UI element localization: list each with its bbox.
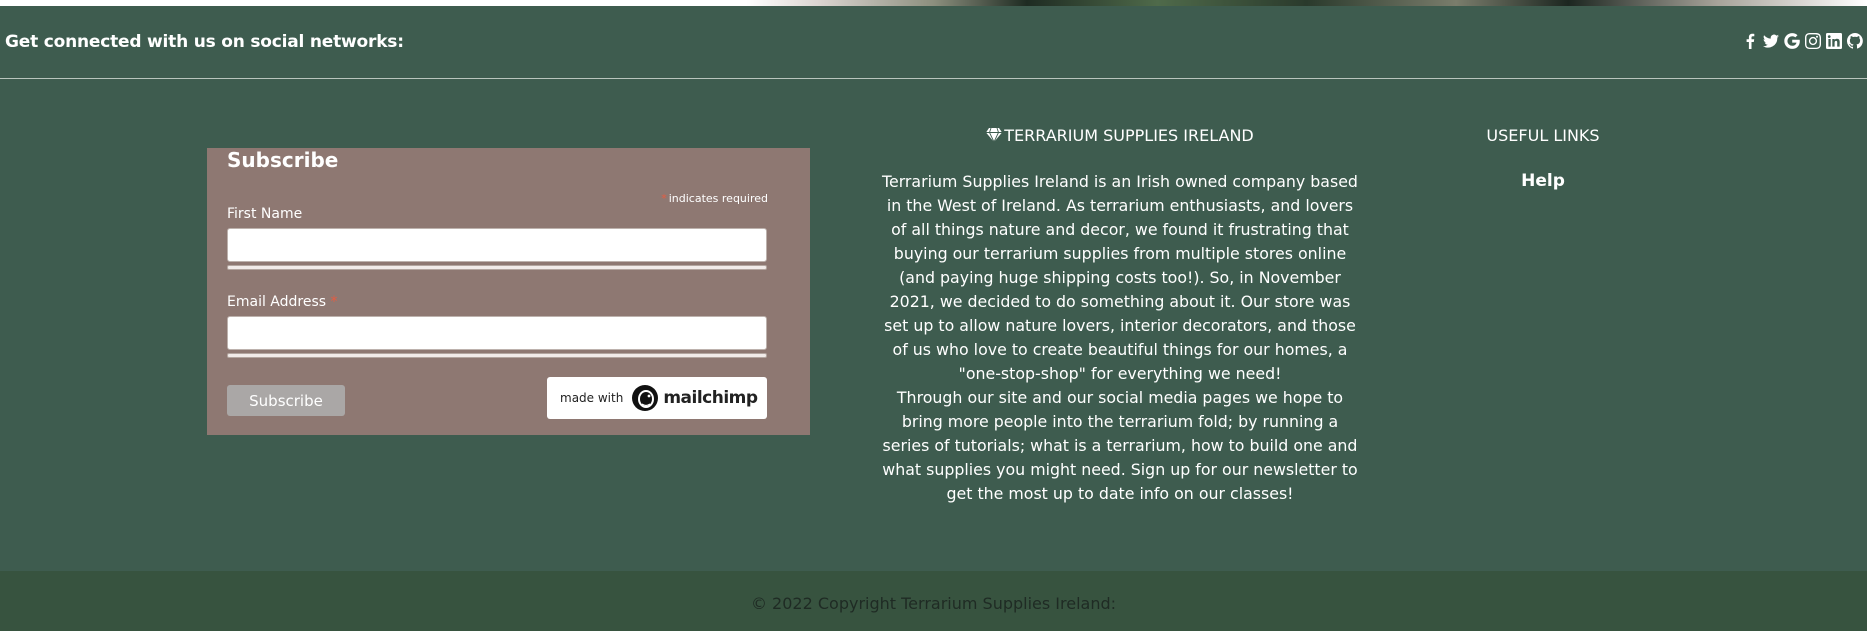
mailchimp-made-with: made with	[560, 391, 624, 405]
subscribe-title: Subscribe	[227, 148, 339, 172]
about-text: Terrarium Supplies Ireland is an Irish o…	[881, 170, 1359, 506]
copyright-bar: © 2022 Copyright Terrarium Supplies Irel…	[0, 571, 1867, 631]
first-name-label-text: First Name	[227, 206, 303, 222]
email-field-underline	[227, 353, 767, 358]
email-label: Email Address *	[227, 294, 338, 310]
google-icon[interactable]	[1783, 32, 1800, 49]
help-link[interactable]: Help	[1443, 171, 1643, 191]
copyright-text: © 2022 Copyright Terrarium Supplies Irel…	[750, 594, 1117, 613]
mailchimp-logo-icon	[630, 383, 660, 413]
email-field[interactable]	[227, 316, 767, 350]
first-name-label: First Name	[227, 206, 302, 222]
email-label-text: Email Address	[227, 294, 327, 310]
facebook-icon[interactable]	[1741, 32, 1758, 49]
about-heading: TERRARIUM SUPPLIES IRELAND	[880, 126, 1360, 146]
social-text: Get connected with us on social networks…	[5, 32, 404, 52]
social-bar: Get connected with us on social networks…	[0, 6, 1867, 79]
github-icon[interactable]	[1846, 32, 1863, 49]
mailchimp-wordmark: mailchimp	[663, 388, 758, 408]
first-name-field[interactable]	[227, 228, 767, 262]
subscribe-button[interactable]: Subscribe	[227, 385, 345, 416]
required-note-text: indicates required	[668, 192, 768, 205]
social-icons	[1741, 32, 1863, 49]
subscribe-form: Subscribe * indicates required First Name…	[207, 148, 810, 435]
about-paragraph-1: Terrarium Supplies Ireland is an Irish o…	[882, 172, 1358, 383]
required-note: * indicates required	[661, 192, 768, 205]
useful-links-title: USEFUL LINKS	[1486, 126, 1600, 145]
about-paragraph-2: Through our site and our social media pa…	[882, 388, 1358, 503]
linkedin-icon[interactable]	[1825, 32, 1842, 49]
about-title: TERRARIUM SUPPLIES IRELAND	[1004, 126, 1254, 145]
gem-icon	[986, 127, 1003, 146]
required-star: *	[661, 192, 667, 205]
mailchimp-badge[interactable]: made with mailchimp	[547, 377, 767, 419]
instagram-icon[interactable]	[1804, 32, 1821, 49]
first-name-field-underline	[227, 265, 767, 270]
twitter-icon[interactable]	[1762, 32, 1779, 49]
email-required-star: *	[330, 294, 338, 310]
